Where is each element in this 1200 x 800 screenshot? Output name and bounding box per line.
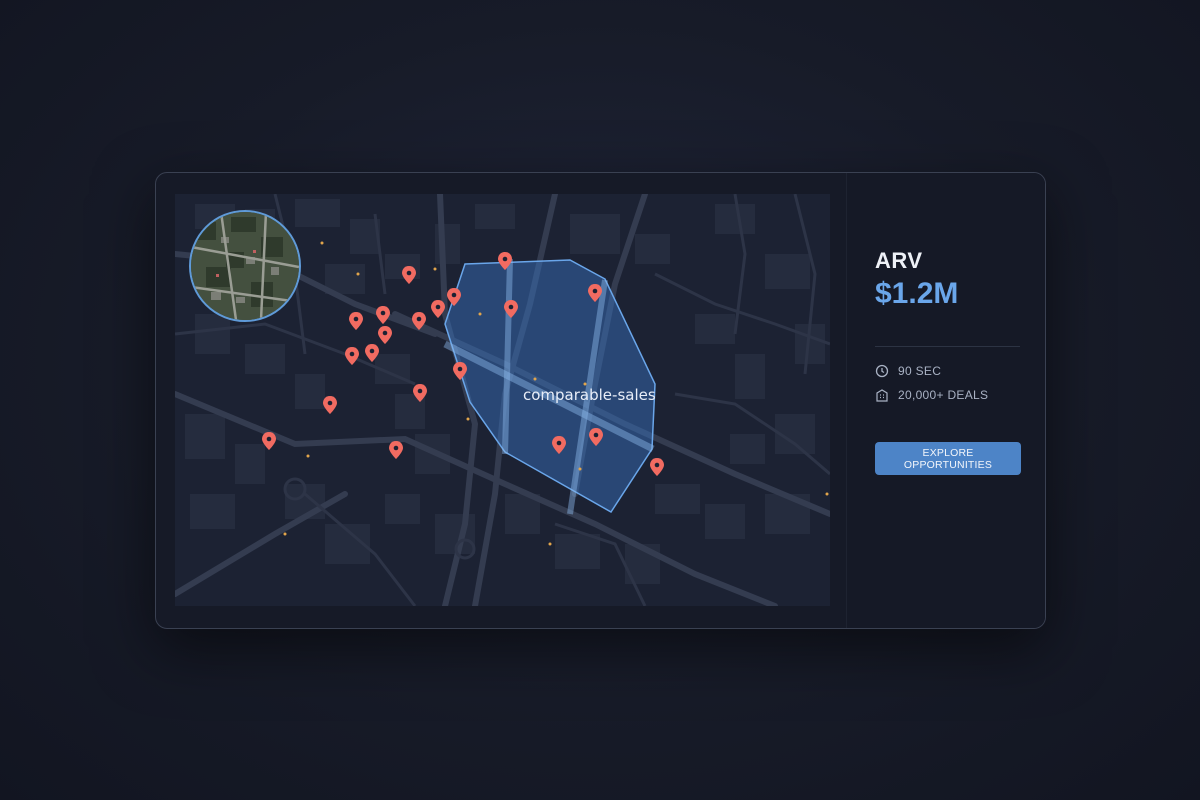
deal-card: comparable-sales ARV $1.2M 90 SEC 20,000… [155,172,1046,629]
deal-summary-panel: ARV $1.2M 90 SEC 20,000+ DEALS EXPLORE O… [846,173,1045,628]
comparable-sales-label: comparable-sales [523,386,656,404]
building-icon [875,388,889,402]
divider [875,346,1020,347]
map-view[interactable]: comparable-sales [175,194,830,606]
clock-icon [875,364,889,378]
stat-time-text: 90 SEC [898,364,942,378]
satellite-inset[interactable] [189,210,301,322]
stat-time: 90 SEC [875,364,941,378]
satellite-image [191,212,299,320]
arv-value: $1.2M [875,277,959,310]
stat-deals: 20,000+ DEALS [875,388,988,402]
arv-label: ARV [875,248,923,273]
explore-opportunities-button[interactable]: EXPLORE OPPORTUNITIES [875,442,1021,475]
stat-deals-text: 20,000+ DEALS [898,388,989,402]
